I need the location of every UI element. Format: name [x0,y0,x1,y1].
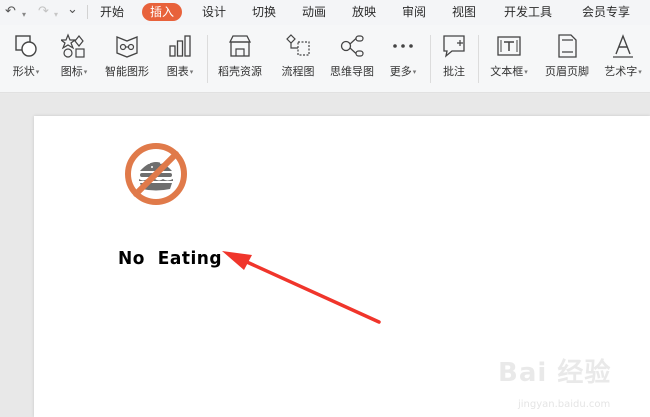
icon-library-icon [61,33,85,58]
mindmap-label: 思维导图 [330,65,374,78]
smartart-icon [116,36,138,58]
tab-design[interactable]: 设计 [202,3,226,21]
tab-home[interactable]: 开始 [100,3,124,21]
customize-toolbar-icon[interactable]: ⌄ [67,2,78,18]
menu-bar: ↶ ▾ ↷ ▾ ⌄ 开始 插入 设计 切换 动画 放映 审阅 视图 开发工具 会… [0,0,650,25]
header-footer-icon [558,34,577,58]
mindmap-icon [340,35,364,57]
ribbon-separator [430,35,431,83]
tab-membership[interactable]: 会员专享 [582,3,630,21]
chevron-down-icon: ▾ [524,68,528,76]
chevron-down-icon: ▾ [83,68,88,76]
docer-label: 稻壳资源 [218,65,262,78]
watermark-logo: Bai 经验 [498,358,612,388]
baidu-watermark: Bai 经验 jingyan.baidu.com [498,352,648,414]
textbox-label: 文本框 [490,65,524,78]
chart-label: 图表 [166,65,189,78]
textbox-button[interactable]: 文本框▾ [484,29,534,89]
flowchart-button[interactable]: 流程图 [276,29,320,89]
header-footer-label: 页眉页脚 [545,65,589,78]
smartart-button[interactable]: 智能图形 [101,29,153,89]
mindmap-button[interactable]: 思维导图 [326,29,378,89]
textbox-icon [497,36,521,56]
no-eating-caption[interactable]: No Eating [118,249,222,270]
chevron-down-icon: ▾ [189,68,194,76]
flowchart-icon [286,34,310,56]
tab-review[interactable]: 审阅 [402,3,426,21]
more-button[interactable]: 更多▾ [384,29,422,89]
menu-separator [87,5,88,19]
wordart-icon [613,34,633,58]
shape-icon [15,35,37,57]
store-icon [228,35,252,57]
header-footer-button[interactable]: 页眉页脚 [541,29,593,89]
chevron-down-icon: ▾ [638,68,642,76]
shape-label: 形状 [12,65,35,78]
wordart-label: 艺术字 [604,65,638,78]
icon-label: 图标 [60,65,83,78]
tab-insert[interactable]: 插入 [142,3,183,21]
ribbon-separator [478,35,479,83]
chevron-down-icon: ▾ [35,68,40,76]
chart-icon [169,35,191,57]
wordart-button[interactable]: 艺术字▾ [600,29,646,89]
docer-resources-button[interactable]: 稻壳资源 [214,29,266,89]
no-eating-icon[interactable] [123,141,189,207]
chevron-down-icon: ▾ [412,68,417,76]
smartart-label: 智能图形 [105,65,149,78]
ribbon-toolbar: 形状▾ 图标▾ 智能图形 图表▾ 稻壳资源 流程图 思维导图 更多▾ 批注 文本… [0,25,650,93]
icon-button[interactable]: 图标▾ [54,29,94,89]
more-dots-icon [393,44,413,48]
tab-developer[interactable]: 开发工具 [504,3,552,21]
comment-icon [443,35,465,58]
tab-view[interactable]: 视图 [452,3,476,21]
undo-dropdown-icon[interactable]: ▾ [22,7,26,23]
shape-button[interactable]: 形状▾ [6,29,46,89]
ribbon-separator [207,35,208,83]
tab-transitions[interactable]: 切换 [252,3,276,21]
tab-animations[interactable]: 动画 [302,3,326,21]
watermark-url: jingyan.baidu.com [518,399,611,410]
redo-dropdown-icon[interactable]: ▾ [54,7,58,23]
comment-label: 批注 [443,65,465,78]
comment-button[interactable]: 批注 [436,29,472,89]
flowchart-label: 流程图 [281,65,315,78]
more-label: 更多 [389,65,412,78]
tab-slideshow[interactable]: 放映 [352,3,376,21]
redo-icon[interactable]: ↷ [38,4,49,20]
undo-icon[interactable]: ↶ [5,4,16,20]
chart-button[interactable]: 图表▾ [160,29,200,89]
